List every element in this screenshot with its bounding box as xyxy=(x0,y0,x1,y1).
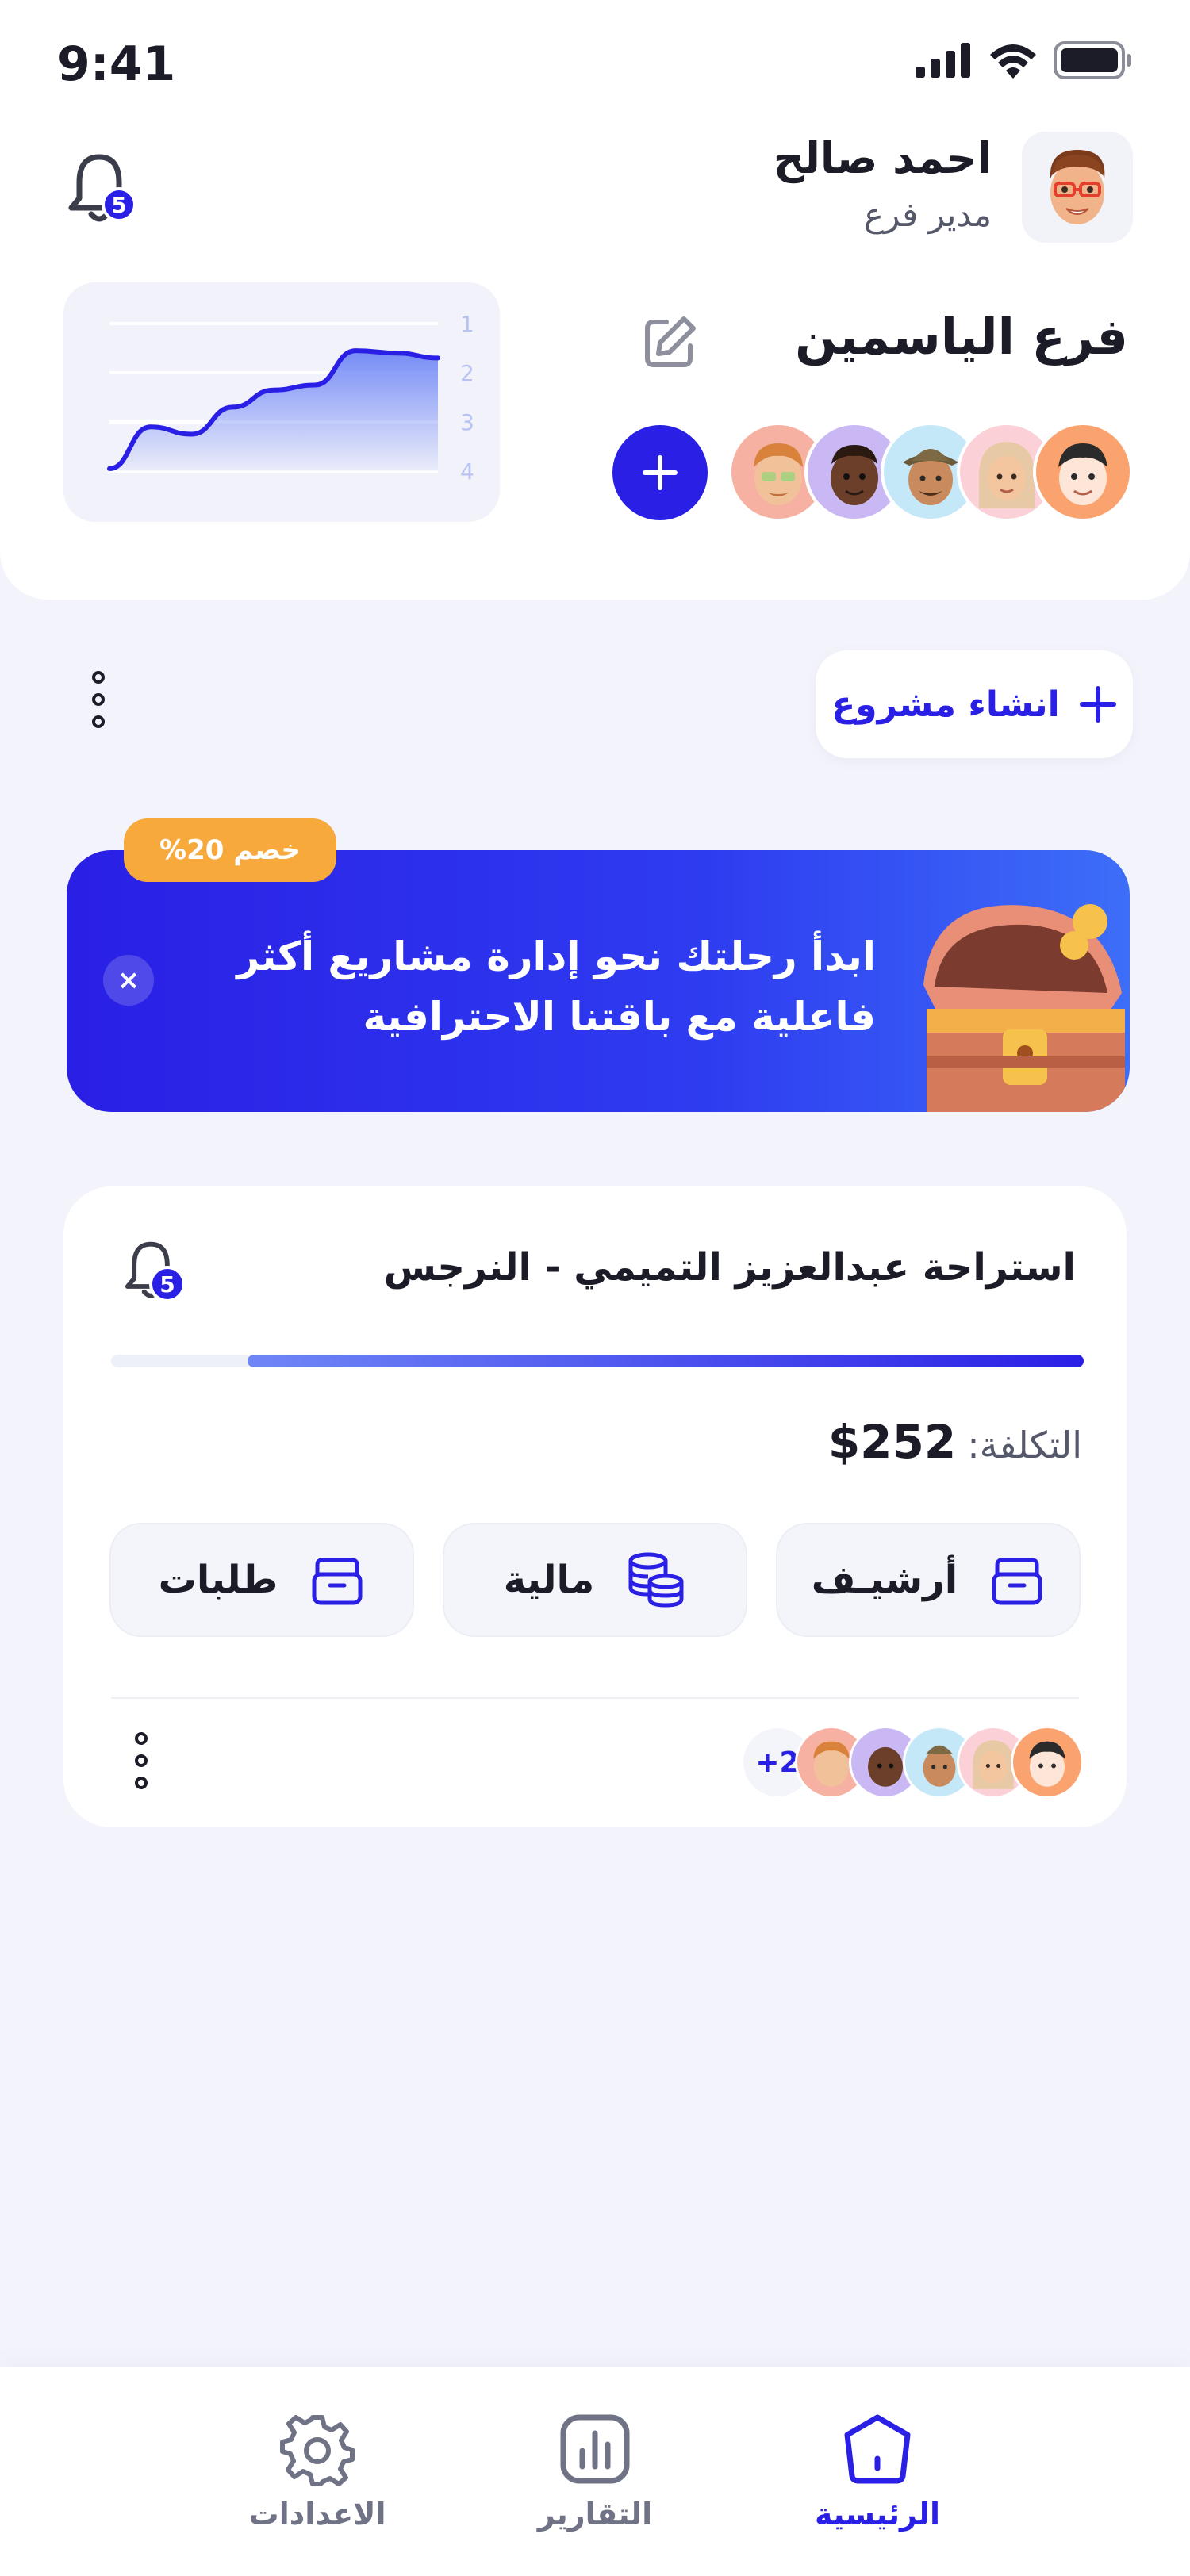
member-avatar-1 xyxy=(1011,1726,1084,1799)
chart-y-tick-label: 2 xyxy=(460,360,474,386)
dot xyxy=(135,1732,148,1745)
project-more-options-button[interactable] xyxy=(135,1732,148,1789)
memoji-icon xyxy=(978,442,1035,508)
user-role: مدير فرع xyxy=(863,195,992,234)
project-progress-fill xyxy=(247,1355,1084,1367)
nav-reports[interactable]: التقارير xyxy=(508,2411,682,2532)
dot xyxy=(92,693,105,706)
archive-button[interactable]: أرشيـف xyxy=(776,1523,1081,1637)
memoji-icon xyxy=(1029,1741,1065,1787)
notification-badge: 5 xyxy=(149,1266,186,1302)
add-member-button[interactable] xyxy=(612,425,708,520)
promo-text: ابدأ رحلتك نحو إدارة مشاريع أكثر فاعلية … xyxy=(236,933,876,1040)
memoji-icon xyxy=(903,449,958,505)
archive-box-icon xyxy=(312,1558,363,1605)
archive-label: أرشيـف xyxy=(811,1558,958,1602)
memoji-icon xyxy=(754,443,803,505)
treasure-chest-icon xyxy=(923,904,1125,1112)
notification-badge: 5 xyxy=(102,187,136,222)
finance-button[interactable]: مالية xyxy=(443,1523,747,1637)
chart-area-fill xyxy=(109,351,438,471)
project-title: استراحة عبدالعزيز التميمي - النرجس xyxy=(383,1245,1076,1290)
battery-icon xyxy=(1054,41,1131,79)
project-notifications-button[interactable]: 5 xyxy=(121,1239,192,1310)
status-icons xyxy=(916,41,1133,79)
plus-icon xyxy=(643,455,678,490)
memoji-icon xyxy=(831,445,878,505)
memoji-icon xyxy=(1058,443,1107,505)
edit-branch-button[interactable] xyxy=(643,314,698,373)
promo-close-button[interactable]: × xyxy=(103,955,154,1006)
nav-reports-label: التقارير xyxy=(537,2497,653,2532)
chart-y-tick-label: 1 xyxy=(460,311,474,337)
dot xyxy=(135,1754,148,1767)
project-members[interactable]: +2 xyxy=(741,1726,1084,1799)
branch-title: فرع الياسمين xyxy=(795,308,1128,366)
requests-button[interactable]: طلبات xyxy=(109,1523,414,1637)
branch-area-chart: 1 2 3 4 xyxy=(107,311,474,485)
dot xyxy=(92,671,105,684)
divider xyxy=(111,1697,1079,1699)
dot xyxy=(135,1777,148,1789)
finance-label: مالية xyxy=(503,1558,595,1602)
create-project-label: انشاء مشروع xyxy=(831,684,1060,725)
wifi-icon xyxy=(990,44,1036,79)
branch-chart-card[interactable]: 1 2 3 4 xyxy=(63,282,500,522)
user-avatar[interactable] xyxy=(1022,132,1133,243)
cost-value: $252 xyxy=(827,1415,957,1469)
bottom-navigation: الرئيسية التقارير الاعدادات xyxy=(0,2367,1190,2576)
project-progress-bar xyxy=(111,1355,1084,1367)
promo-banner[interactable]: ابدأ رحلتك نحو إدارة مشاريع أكثر فاعلية … xyxy=(67,850,1130,1112)
chart-icon xyxy=(560,2414,630,2484)
archive-box-icon xyxy=(992,1558,1042,1605)
signal-icon xyxy=(916,43,970,78)
home-icon xyxy=(844,2414,911,2484)
chart-y-tick-label: 4 xyxy=(460,458,474,485)
nav-settings[interactable]: الاعدادات xyxy=(230,2411,405,2532)
user-avatar-memoji xyxy=(1050,150,1105,224)
nav-settings-label: الاعدادات xyxy=(248,2497,386,2532)
coins-stack-icon xyxy=(628,1552,684,1608)
plus-icon xyxy=(1079,686,1116,723)
gear-icon xyxy=(280,2415,355,2486)
nav-home-label: الرئيسية xyxy=(815,2497,940,2532)
team-avatars[interactable] xyxy=(728,422,1133,522)
cost-row: التكلفة: $252 xyxy=(828,1415,1082,1469)
project-card[interactable]: استراحة عبدالعزيز التميمي - النرجس 5 الت… xyxy=(63,1186,1127,1827)
more-options-button[interactable] xyxy=(92,671,105,728)
status-time: 9:41 xyxy=(57,36,176,92)
chart-y-tick-label: 3 xyxy=(460,409,474,435)
requests-label: طلبات xyxy=(158,1558,278,1602)
discount-tag: خصم 20% xyxy=(124,818,336,882)
edit-icon xyxy=(645,316,696,367)
user-name: احمد صالح xyxy=(773,133,992,183)
create-project-button[interactable]: انشاء مشروع xyxy=(816,650,1133,758)
cost-label: التكلفة: xyxy=(967,1424,1082,1466)
team-avatar-1 xyxy=(1033,422,1133,522)
more-members-label: +2 xyxy=(755,1746,800,1779)
notifications-button[interactable]: 5 xyxy=(63,151,143,230)
nav-home[interactable]: الرئيسية xyxy=(790,2411,965,2532)
dot xyxy=(92,715,105,728)
